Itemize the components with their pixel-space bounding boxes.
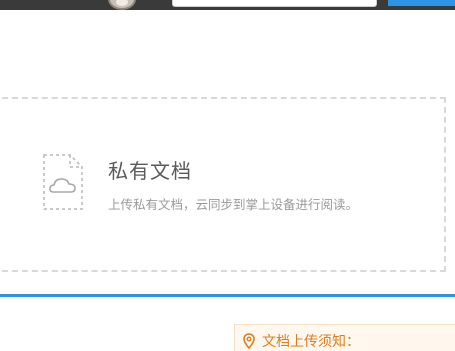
upload-notice-box: 文档上传须知： (234, 324, 455, 351)
upload-description: 上传私有文档，云同步到掌上设备进行阅读。 (108, 197, 359, 212)
section-divider (0, 294, 455, 297)
upload-notice-title: 文档上传须知： (262, 334, 360, 350)
search-input[interactable] (172, 0, 377, 7)
cloud-document-icon (43, 154, 83, 210)
location-pin-icon (243, 333, 255, 349)
search-button[interactable] (388, 0, 455, 6)
upload-title: 私有文档 (108, 159, 192, 183)
